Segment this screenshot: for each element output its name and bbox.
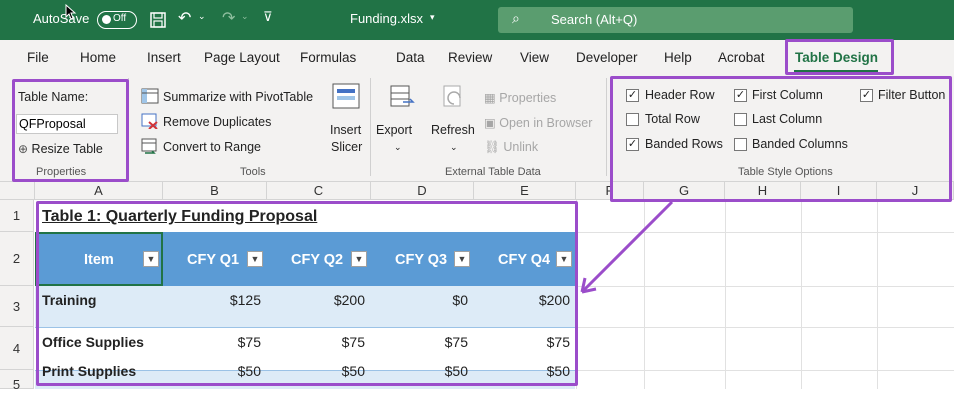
- annotation-arrow: [580, 200, 674, 294]
